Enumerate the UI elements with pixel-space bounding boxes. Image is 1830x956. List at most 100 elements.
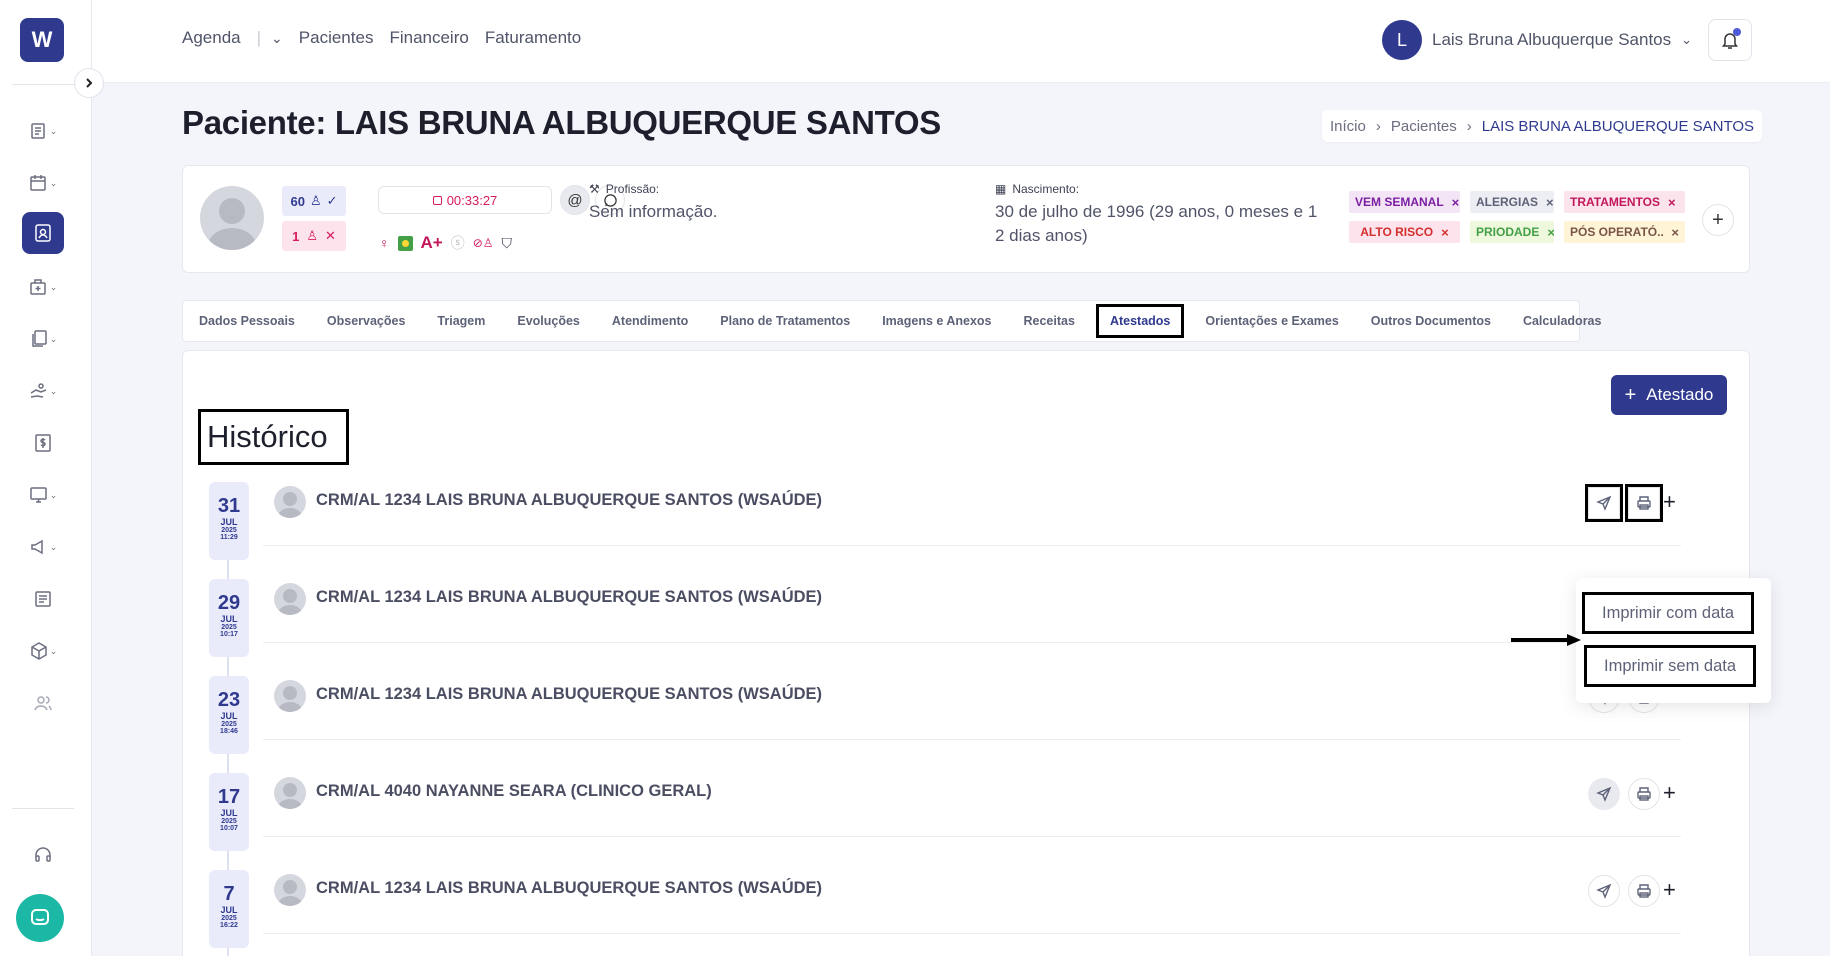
- tab-imagens-e-anexos[interactable]: Imagens e Anexos: [866, 304, 1007, 338]
- shield-icon: ⛉: [501, 234, 513, 251]
- missed-count: 1: [292, 228, 300, 244]
- tab-receitas[interactable]: Receitas: [1008, 304, 1091, 338]
- session-timer[interactable]: 00:33:27: [378, 186, 552, 214]
- sidebar-item-procedures[interactable]: ⌄: [22, 370, 64, 412]
- patient-card-icon: [35, 224, 51, 242]
- sidebar-item-calendar[interactable]: ⌄: [22, 162, 64, 204]
- user-avatar: L: [1382, 20, 1422, 60]
- sidebar-item-records[interactable]: ⌄: [22, 110, 64, 152]
- print-button[interactable]: [1628, 875, 1660, 907]
- date-chip: 31 JUL 2025 11:29: [209, 482, 249, 560]
- expand-plus-button[interactable]: +: [1663, 877, 1676, 903]
- add-tag-button[interactable]: +: [1702, 204, 1734, 236]
- tab-atendimento[interactable]: Atendimento: [596, 304, 704, 338]
- print-with-date-option[interactable]: Imprimir com data: [1582, 592, 1754, 634]
- sidebar-item-marketing[interactable]: ⌄: [22, 526, 64, 568]
- date-time: 11:29: [220, 534, 238, 541]
- tab-dados-pessoais[interactable]: Dados Pessoais: [183, 304, 311, 338]
- tag-remove-icon[interactable]: ×: [1668, 195, 1676, 210]
- sidebar-item-support[interactable]: [22, 834, 64, 876]
- chevron-right-icon: ›: [1466, 117, 1472, 135]
- timer-value: 00:33:27: [446, 192, 498, 208]
- send-button[interactable]: [1588, 778, 1620, 810]
- patient-tabs: Dados Pessoais Observações Triagem Evolu…: [182, 300, 1601, 342]
- date-month: JUL: [220, 905, 238, 915]
- patient-summary-card: 60 ♙ ✓ 1 ♙ ✕ 00:33:27 @ ♀ A+ ⓢ ⊘♙ ⛉ ⚒ Pro…: [182, 165, 1750, 273]
- chevron-right-icon: [86, 78, 93, 88]
- send-button[interactable]: [1588, 875, 1620, 907]
- email-button[interactable]: @: [560, 185, 590, 215]
- atestado-doctor: CRM/AL 4040 NAYANNE SEARA (CLINICO GERAL…: [316, 782, 712, 800]
- headset-icon: [35, 847, 51, 862]
- sidebar-item-users[interactable]: [22, 682, 64, 724]
- atestado-row[interactable]: CRM/AL 1234 LAIS BRUNA ALBUQUERQUE SANTO…: [263, 546, 1681, 643]
- date-year: 2025: [221, 818, 237, 825]
- female-icon: ♀: [379, 235, 390, 251]
- tab-triagem[interactable]: Triagem: [421, 304, 501, 338]
- tab-atestados[interactable]: Atestados: [1095, 304, 1185, 338]
- atestado-row[interactable]: CRM/AL 1234 LAIS BRUNA ALBUQUERQUE SANTO…: [263, 449, 1681, 546]
- sidebar-item-inventory[interactable]: ⌄: [22, 630, 64, 672]
- expand-plus-button[interactable]: +: [1663, 780, 1676, 806]
- sidebar-expand-button[interactable]: [74, 68, 104, 98]
- date-year: 2025: [221, 915, 237, 922]
- monitor-icon: [29, 487, 47, 503]
- tab-plano-de-tratamentos[interactable]: Plano de Tratamentos: [704, 304, 866, 338]
- megaphone-icon: [30, 539, 43, 555]
- doctor-link-icon: ⊘♙: [472, 236, 494, 250]
- nav-agenda[interactable]: Agenda: [182, 28, 241, 48]
- atestado-row[interactable]: CRM/AL 1234 LAIS BRUNA ALBUQUERQUE SANTO…: [263, 643, 1681, 740]
- chevron-down-icon: ⌄: [1681, 32, 1693, 47]
- date-day: 29: [217, 592, 241, 614]
- date-year: 2025: [221, 527, 237, 534]
- tag-remove-icon[interactable]: ×: [1546, 195, 1554, 210]
- person-icon: ♙: [309, 193, 322, 208]
- tab-calculadoras[interactable]: Calculadoras: [1507, 304, 1618, 338]
- atestado-doctor: CRM/AL 1234 LAIS BRUNA ALBUQUERQUE SANTO…: [316, 879, 823, 897]
- sidebar-item-monitor[interactable]: ⌄: [22, 474, 64, 516]
- atestado-row[interactable]: CRM/AL 1234 LAIS BRUNA ALBUQUERQUE SANTO…: [263, 837, 1681, 934]
- sidebar-item-reports[interactable]: [22, 578, 64, 620]
- birth-label: ▦ Nascimento:: [995, 182, 1080, 196]
- tag-remove-icon[interactable]: ×: [1452, 195, 1460, 210]
- breadcrumb-pacientes[interactable]: Pacientes: [1391, 118, 1457, 135]
- tab-observacoes[interactable]: Observações: [311, 304, 422, 338]
- atestado-row[interactable]: CRM/AL 4040 NAYANNE SEARA (CLINICO GERAL…: [263, 740, 1681, 837]
- print-options-menu: Imprimir com data Imprimir sem data: [1576, 578, 1771, 703]
- doctor-avatar: [274, 486, 306, 518]
- tag-remove-icon[interactable]: ×: [1671, 225, 1679, 240]
- blood-type: A+: [420, 233, 443, 252]
- copy-documents-icon: [31, 330, 47, 347]
- nav-pacientes[interactable]: Pacientes: [299, 28, 374, 48]
- tab-outros-documentos[interactable]: Outros Documentos: [1355, 304, 1507, 338]
- expand-plus-button[interactable]: +: [1663, 489, 1676, 515]
- breadcrumb-inicio[interactable]: Início: [1330, 118, 1366, 135]
- tab-orientacoes-e-exames[interactable]: Orientações e Exames: [1189, 304, 1354, 338]
- chat-launcher-button[interactable]: [16, 894, 64, 942]
- fingerprint-icon: ⓢ: [450, 235, 465, 251]
- add-atestado-label: Atestado: [1646, 385, 1714, 404]
- add-atestado-button[interactable]: + Atestado: [1611, 375, 1727, 415]
- sidebar-item-documents[interactable]: ⌄: [22, 318, 64, 360]
- print-without-date-option[interactable]: Imprimir sem data: [1584, 645, 1756, 687]
- sidebar-item-clinic[interactable]: ⌄: [22, 266, 64, 308]
- tag-remove-icon[interactable]: ×: [1441, 225, 1449, 240]
- print-button[interactable]: [1625, 484, 1663, 522]
- sidebar-item-patients[interactable]: [22, 212, 64, 254]
- sidebar-item-finance[interactable]: [22, 422, 64, 464]
- print-button[interactable]: [1628, 778, 1660, 810]
- nav-financeiro[interactable]: Financeiro: [389, 28, 468, 48]
- tab-evolucoes[interactable]: Evoluções: [501, 304, 596, 338]
- app-logo[interactable]: W: [20, 18, 64, 62]
- user-menu[interactable]: L Lais Bruna Albuquerque Santos ⌄: [1382, 20, 1692, 60]
- send-button[interactable]: [1585, 484, 1623, 522]
- annotation-arrow: [1511, 634, 1581, 646]
- users-icon: [34, 696, 52, 711]
- agenda-dropdown-chevron-icon[interactable]: ⌄: [271, 30, 283, 47]
- nav-faturamento[interactable]: Faturamento: [485, 28, 581, 48]
- notifications-button[interactable]: [1708, 19, 1752, 61]
- close-icon: ✕: [324, 228, 336, 243]
- atestados-panel: + Atestado Histórico 31 JUL 2025 11:29 CRM/A…: [182, 350, 1750, 956]
- send-icon: [1596, 495, 1612, 511]
- tag-remove-icon[interactable]: ×: [1547, 225, 1554, 240]
